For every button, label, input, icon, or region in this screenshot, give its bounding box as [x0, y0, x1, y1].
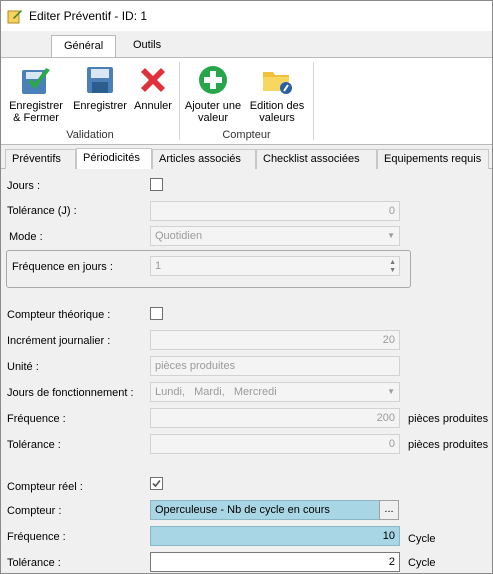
tolerance-reel-unit: Cycle: [408, 557, 436, 569]
compteur-browse-button[interactable]: ...: [379, 500, 399, 520]
spin-up-icon[interactable]: ▲: [389, 259, 396, 266]
tolerance-reel-field[interactable]: 2: [150, 552, 400, 572]
tab-articles-associes[interactable]: Articles associés: [152, 149, 256, 169]
cancel-label: Annuler: [134, 100, 172, 112]
compteur-theorique-checkbox[interactable]: [150, 307, 163, 320]
tolerance-j-field[interactable]: 0: [150, 201, 400, 221]
section-tab-bar: Préventifs Périodicités Articles associé…: [1, 148, 492, 169]
tab-equipements-requis[interactable]: Equipements requis: [377, 149, 489, 169]
group-label-validation: Validation: [66, 129, 114, 141]
ribbon-panel: Enregistrer & Fermer Enregistrer Annuler…: [1, 57, 492, 145]
tab-periodicites[interactable]: Périodicités: [76, 148, 152, 169]
tolerance-j-label: Tolérance (J) :: [7, 205, 77, 217]
jours-fonctionnement-label: Jours de fonctionnement :: [7, 387, 134, 399]
group-label-compteur: Compteur: [222, 129, 271, 141]
add-value-button[interactable]: Ajouter une valeur: [182, 64, 244, 124]
tab-preventifs[interactable]: Préventifs: [5, 149, 76, 169]
jours-label: Jours :: [7, 180, 41, 192]
frequence-theo-unit: pièces produites: [408, 413, 489, 425]
compteur-reel-checkbox[interactable]: [150, 477, 163, 490]
compteur-label: Compteur :: [7, 505, 62, 517]
frequence-theo-field[interactable]: 200: [150, 408, 400, 428]
unite-label: Unité :: [7, 361, 39, 373]
edit-preventif-window: Editer Préventif - ID: 1 Général Outils …: [0, 0, 493, 574]
frequence-theo-label: Fréquence :: [7, 413, 66, 425]
jours-checkbox[interactable]: [150, 178, 163, 191]
tolerance-reel-label: Tolérance :: [7, 557, 61, 569]
title-bar: Editer Préventif - ID: 1: [1, 1, 492, 31]
chevron-down-icon: ▼: [387, 231, 395, 240]
compteur-field[interactable]: Operculeuse - Nb de cycle en cours: [150, 500, 380, 520]
save-close-icon: [22, 68, 50, 94]
compteur-reel-label: Compteur réel :: [7, 481, 83, 493]
save-close-button[interactable]: Enregistrer & Fermer: [5, 64, 67, 124]
ribbon-group-validation: Enregistrer & Fermer Enregistrer Annuler…: [1, 58, 179, 144]
increment-field[interactable]: 20: [150, 330, 400, 350]
ribbon-tab-bar: Général Outils: [1, 31, 492, 57]
edit-values-button[interactable]: Edition des valeurs: [244, 64, 310, 124]
mode-select[interactable]: Quotidien ▼: [150, 226, 400, 246]
window-title: Editer Préventif - ID: 1: [29, 9, 148, 23]
ribbon-tab-outils[interactable]: Outils: [121, 35, 173, 57]
add-value-label: Ajouter une valeur: [184, 100, 242, 124]
save-button[interactable]: Enregistrer: [69, 64, 131, 112]
frequence-jours-stepper[interactable]: 1 ▲ ▼: [150, 256, 400, 276]
save-close-label: Enregistrer & Fermer: [9, 100, 63, 124]
save-icon: [87, 67, 113, 93]
ribbon-group-compteur: Ajouter une valeur Edition des valeurs C…: [180, 58, 313, 144]
frequence-reel-field[interactable]: 10: [150, 526, 400, 546]
mode-value: Quotidien: [155, 230, 203, 242]
save-label: Enregistrer: [73, 100, 127, 112]
edit-values-label: Edition des valeurs: [249, 100, 305, 124]
ribbon-separator: [313, 62, 314, 140]
tolerance-theo-unit: pièces produites: [408, 439, 489, 451]
frequence-jours-label: Fréquence en jours :: [12, 261, 113, 273]
cancel-button[interactable]: Annuler: [131, 64, 175, 112]
tab-checklist-associees[interactable]: Checklist associées: [256, 149, 377, 169]
unite-field[interactable]: pièces produites: [150, 356, 400, 376]
chevron-down-icon: ▼: [387, 387, 395, 396]
jours-fonctionnement-value: Lundi, Mardi, Mercredi: [155, 386, 277, 398]
jours-fonctionnement-select[interactable]: Lundi, Mardi, Mercredi ▼: [150, 382, 400, 402]
periodicites-form: Jours : Tolérance (J) : 0 Mode : Quotidi…: [1, 169, 492, 573]
tolerance-theo-label: Tolérance :: [7, 439, 61, 451]
increment-label: Incrément journalier :: [7, 335, 111, 347]
ribbon-tab-general[interactable]: Général: [51, 35, 117, 57]
tolerance-theo-field[interactable]: 0: [150, 434, 400, 454]
add-plus-icon: [199, 66, 227, 94]
edit-pencil-icon: [7, 10, 22, 24]
checkmark-icon: [152, 479, 161, 488]
spin-down-icon[interactable]: ▼: [389, 267, 396, 274]
cancel-x-icon: [141, 68, 165, 92]
mode-label: Mode :: [9, 231, 43, 243]
folder-edit-icon: [263, 72, 292, 94]
compteur-theorique-label: Compteur théorique :: [7, 309, 111, 321]
frequence-reel-unit: Cycle: [408, 533, 436, 545]
frequence-jours-value: 1: [155, 260, 162, 272]
frequence-reel-label: Fréquence :: [7, 531, 66, 543]
